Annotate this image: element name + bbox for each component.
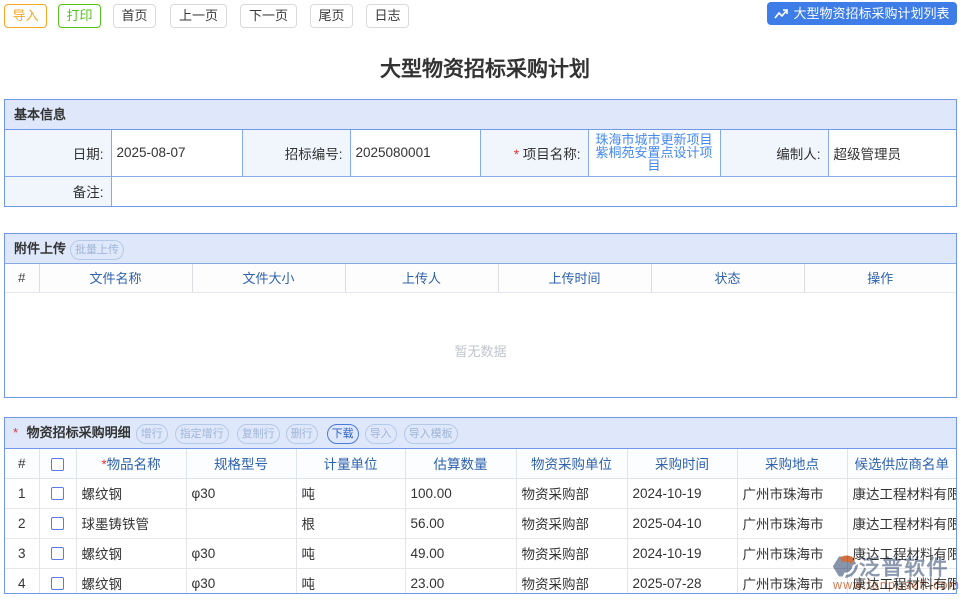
svg-text:www.fanpusoft.com: www.fanpusoft.com	[832, 578, 960, 592]
svg-text:泛普软件: 泛普软件	[859, 556, 949, 580]
